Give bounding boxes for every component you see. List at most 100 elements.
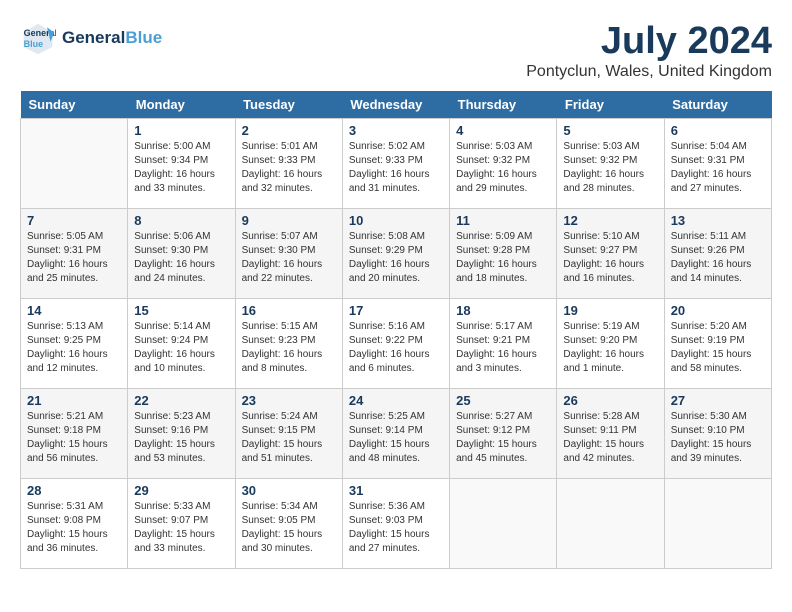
logo: General Blue GeneralBlue — [20, 20, 162, 56]
weekday-header-saturday: Saturday — [664, 91, 771, 119]
page-header: General Blue GeneralBlue July 2024 Ponty… — [20, 20, 772, 81]
day-info: Sunrise: 5:00 AMSunset: 9:34 PMDaylight:… — [134, 140, 228, 196]
weekday-header-sunday: Sunday — [21, 91, 128, 119]
svg-text:Blue: Blue — [24, 39, 44, 49]
day-number: 19 — [563, 303, 657, 318]
day-info: Sunrise: 5:25 AMSunset: 9:14 PMDaylight:… — [349, 410, 443, 466]
calendar-cell: 2 Sunrise: 5:01 AMSunset: 9:33 PMDaylight… — [235, 119, 342, 209]
day-number: 11 — [456, 213, 550, 228]
day-number: 1 — [134, 123, 228, 138]
day-info: Sunrise: 5:08 AMSunset: 9:29 PMDaylight:… — [349, 230, 443, 286]
weekday-header-monday: Monday — [128, 91, 235, 119]
day-number: 6 — [671, 123, 765, 138]
day-number: 14 — [27, 303, 121, 318]
day-info: Sunrise: 5:11 AMSunset: 9:26 PMDaylight:… — [671, 230, 765, 286]
weekday-header-row: SundayMondayTuesdayWednesdayThursdayFrid… — [21, 91, 772, 119]
calendar-cell: 13 Sunrise: 5:11 AMSunset: 9:26 PMDayligh… — [664, 209, 771, 299]
day-info: Sunrise: 5:09 AMSunset: 9:28 PMDaylight:… — [456, 230, 550, 286]
calendar-cell: 9 Sunrise: 5:07 AMSunset: 9:30 PMDaylight… — [235, 209, 342, 299]
day-info: Sunrise: 5:16 AMSunset: 9:22 PMDaylight:… — [349, 320, 443, 376]
calendar-cell: 25 Sunrise: 5:27 AMSunset: 9:12 PMDayligh… — [450, 389, 557, 479]
calendar-table: SundayMondayTuesdayWednesdayThursdayFrid… — [20, 91, 772, 569]
day-info: Sunrise: 5:24 AMSunset: 9:15 PMDaylight:… — [242, 410, 336, 466]
week-row-5: 28 Sunrise: 5:31 AMSunset: 9:08 PMDayligh… — [21, 479, 772, 569]
day-number: 20 — [671, 303, 765, 318]
calendar-cell: 29 Sunrise: 5:33 AMSunset: 9:07 PMDayligh… — [128, 479, 235, 569]
calendar-cell: 17 Sunrise: 5:16 AMSunset: 9:22 PMDayligh… — [342, 299, 449, 389]
day-info: Sunrise: 5:33 AMSunset: 9:07 PMDaylight:… — [134, 500, 228, 556]
calendar-cell: 18Sunrise: 5:17 AMSunset: 9:21 PMDayligh… — [450, 299, 557, 389]
day-info: Sunrise: 5:19 AMSunset: 9:20 PMDaylight:… — [563, 320, 657, 376]
day-info: Sunrise: 5:01 AMSunset: 9:33 PMDaylight:… — [242, 140, 336, 196]
day-number: 27 — [671, 393, 765, 408]
calendar-cell: 3Sunrise: 5:02 AMSunset: 9:33 PMDaylight… — [342, 119, 449, 209]
logo-text: GeneralBlue — [62, 28, 162, 48]
month-title: July 2024 — [526, 20, 772, 63]
day-info: Sunrise: 5:05 AMSunset: 9:31 PMDaylight:… — [27, 230, 121, 286]
logo-general: General — [62, 28, 125, 47]
day-info: Sunrise: 5:04 AMSunset: 9:31 PMDaylight:… — [671, 140, 765, 196]
day-info: Sunrise: 5:27 AMSunset: 9:12 PMDaylight:… — [456, 410, 550, 466]
weekday-header-friday: Friday — [557, 91, 664, 119]
day-number: 15 — [134, 303, 228, 318]
logo-icon: General Blue — [20, 20, 56, 56]
day-number: 12 — [563, 213, 657, 228]
calendar-cell: 7 Sunrise: 5:05 AMSunset: 9:31 PMDaylight… — [21, 209, 128, 299]
title-block: July 2024 Pontyclun, Wales, United Kingd… — [526, 20, 772, 81]
day-info: Sunrise: 5:30 AMSunset: 9:10 PMDaylight:… — [671, 410, 765, 466]
day-number: 31 — [349, 483, 443, 498]
day-number: 10 — [349, 213, 443, 228]
day-number: 25 — [456, 393, 550, 408]
day-number: 16 — [242, 303, 336, 318]
calendar-cell: 4 Sunrise: 5:03 AMSunset: 9:32 PMDaylight… — [450, 119, 557, 209]
week-row-2: 7 Sunrise: 5:05 AMSunset: 9:31 PMDaylight… — [21, 209, 772, 299]
calendar-cell: 31 Sunrise: 5:36 AMSunset: 9:03 PMDayligh… — [342, 479, 449, 569]
calendar-cell — [557, 479, 664, 569]
day-info: Sunrise: 5:20 AMSunset: 9:19 PMDaylight:… — [671, 320, 765, 376]
day-info: Sunrise: 5:15 AMSunset: 9:23 PMDaylight:… — [242, 320, 336, 376]
calendar-cell: 26 Sunrise: 5:28 AMSunset: 9:11 PMDayligh… — [557, 389, 664, 479]
day-number: 8 — [134, 213, 228, 228]
calendar-cell — [21, 119, 128, 209]
day-info: Sunrise: 5:28 AMSunset: 9:11 PMDaylight:… — [563, 410, 657, 466]
calendar-cell: 23Sunrise: 5:24 AMSunset: 9:15 PMDayligh… — [235, 389, 342, 479]
day-number: 21 — [27, 393, 121, 408]
calendar-cell: 8 Sunrise: 5:06 AMSunset: 9:30 PMDaylight… — [128, 209, 235, 299]
day-number: 9 — [242, 213, 336, 228]
day-number: 5 — [563, 123, 657, 138]
calendar-cell: 24Sunrise: 5:25 AMSunset: 9:14 PMDayligh… — [342, 389, 449, 479]
day-info: Sunrise: 5:03 AMSunset: 9:32 PMDaylight:… — [563, 140, 657, 196]
calendar-cell: 11 Sunrise: 5:09 AMSunset: 9:28 PMDayligh… — [450, 209, 557, 299]
calendar-cell: 27 Sunrise: 5:30 AMSunset: 9:10 PMDayligh… — [664, 389, 771, 479]
day-info: Sunrise: 5:36 AMSunset: 9:03 PMDaylight:… — [349, 500, 443, 556]
day-number: 4 — [456, 123, 550, 138]
day-info: Sunrise: 5:03 AMSunset: 9:32 PMDaylight:… — [456, 140, 550, 196]
week-row-1: 1 Sunrise: 5:00 AMSunset: 9:34 PMDaylight… — [21, 119, 772, 209]
location: Pontyclun, Wales, United Kingdom — [526, 63, 772, 81]
calendar-cell: 21Sunrise: 5:21 AMSunset: 9:18 PMDayligh… — [21, 389, 128, 479]
day-info: Sunrise: 5:02 AMSunset: 9:33 PMDaylight:… — [349, 140, 443, 196]
calendar-cell: 30Sunrise: 5:34 AMSunset: 9:05 PMDayligh… — [235, 479, 342, 569]
calendar-cell: 20 Sunrise: 5:20 AMSunset: 9:19 PMDayligh… — [664, 299, 771, 389]
logo-blue: Blue — [125, 28, 162, 47]
day-number: 2 — [242, 123, 336, 138]
day-number: 17 — [349, 303, 443, 318]
day-info: Sunrise: 5:06 AMSunset: 9:30 PMDaylight:… — [134, 230, 228, 286]
day-info: Sunrise: 5:07 AMSunset: 9:30 PMDaylight:… — [242, 230, 336, 286]
day-info: Sunrise: 5:10 AMSunset: 9:27 PMDaylight:… — [563, 230, 657, 286]
day-number: 7 — [27, 213, 121, 228]
day-number: 22 — [134, 393, 228, 408]
day-info: Sunrise: 5:31 AMSunset: 9:08 PMDaylight:… — [27, 500, 121, 556]
day-number: 13 — [671, 213, 765, 228]
day-number: 29 — [134, 483, 228, 498]
day-info: Sunrise: 5:14 AMSunset: 9:24 PMDaylight:… — [134, 320, 228, 376]
calendar-cell: 22 Sunrise: 5:23 AMSunset: 9:16 PMDayligh… — [128, 389, 235, 479]
day-info: Sunrise: 5:23 AMSunset: 9:16 PMDaylight:… — [134, 410, 228, 466]
day-number: 28 — [27, 483, 121, 498]
calendar-cell: 16 Sunrise: 5:15 AMSunset: 9:23 PMDayligh… — [235, 299, 342, 389]
calendar-cell: 5 Sunrise: 5:03 AMSunset: 9:32 PMDaylight… — [557, 119, 664, 209]
day-number: 26 — [563, 393, 657, 408]
day-info: Sunrise: 5:13 AMSunset: 9:25 PMDaylight:… — [27, 320, 121, 376]
day-number: 30 — [242, 483, 336, 498]
calendar-cell: 14 Sunrise: 5:13 AMSunset: 9:25 PMDayligh… — [21, 299, 128, 389]
